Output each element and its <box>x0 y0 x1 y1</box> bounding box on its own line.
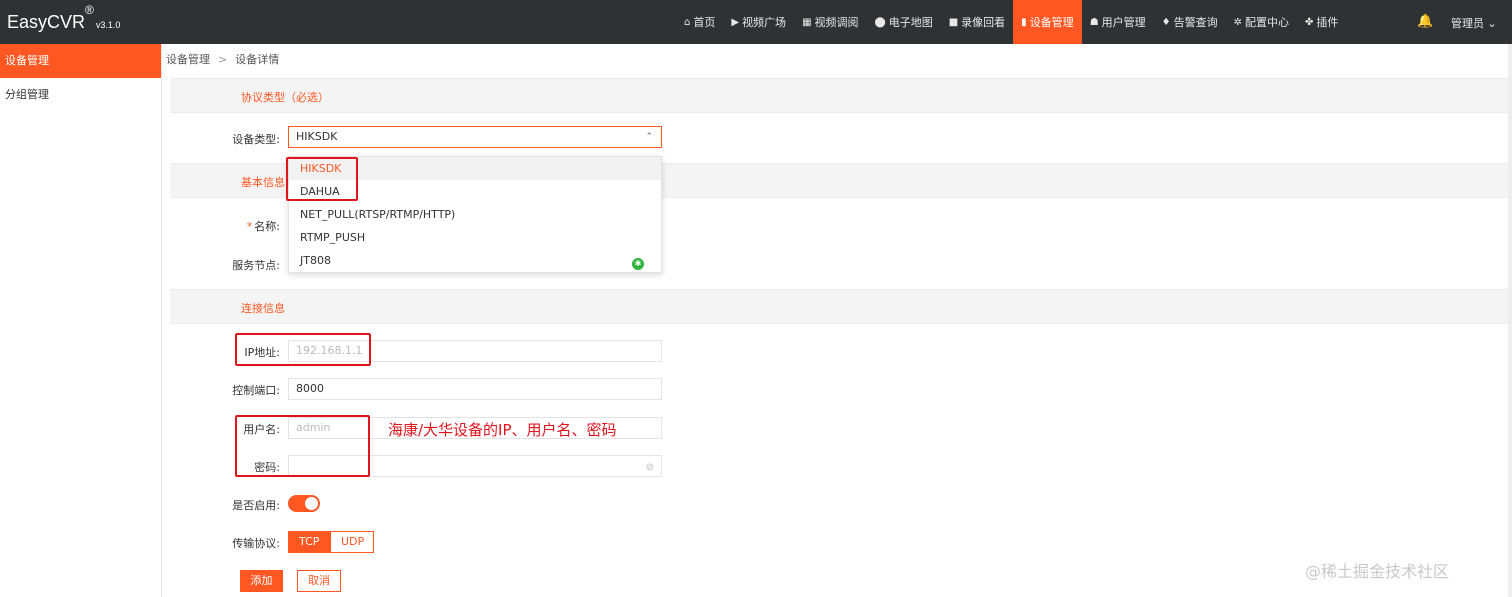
port-input[interactable]: 8000 <box>288 378 662 400</box>
alarm-icon: ♦ <box>1161 16 1171 28</box>
section-protocol-title: 协议类型（必选） <box>241 91 329 104</box>
topnav-item-9[interactable]: ✤ 插件 <box>1297 0 1346 44</box>
name-label-text: 名称: <box>254 220 280 233</box>
section-basic-title: 基本信息 <box>241 176 285 189</box>
green-gear-icon[interactable]: ✱ <box>632 258 644 270</box>
scrollbar[interactable] <box>1508 44 1512 597</box>
chevron-up-icon: ⌃ <box>645 132 653 142</box>
topnav-label: 告警查询 <box>1173 16 1218 29</box>
topnav-item-7[interactable]: ♦ 告警查询 <box>1154 0 1226 44</box>
device-type-select[interactable]: HIKSDK ⌃ <box>288 126 662 148</box>
device-type-value: HIKSDK <box>296 130 338 143</box>
home-icon: ⌂ <box>684 16 691 28</box>
topnav-item-5[interactable]: ▮ 设备管理 <box>1013 0 1082 44</box>
user-menu[interactable]: 管理员 ⌄ <box>1451 15 1497 31</box>
top-nav: ⌂ 首页 ▶ 视频广场 ▦ 视频调阅 ⬤ 电子地图 ■ 录像回看 ▮ 设备管理 ☗ 用户管理 ♦ 告警查询 ✲ 配… <box>676 0 1346 44</box>
topnav-label: 电子地图 <box>888 16 933 29</box>
topnav-label: 配置中心 <box>1245 16 1290 29</box>
annotation-box-ip <box>235 333 371 366</box>
topnav-label: 录像回看 <box>961 16 1006 29</box>
brand-registered-mark: ® <box>85 3 94 17</box>
main-content: 设备管理 > 设备详情 协议类型（必选） 设备类型: HIKSDK ⌃ 基本信息 *… <box>162 44 1512 597</box>
enable-toggle[interactable] <box>288 495 320 512</box>
section-connection-title: 连接信息 <box>241 302 285 315</box>
name-label: * 名称: <box>162 218 280 234</box>
annotation-note: 海康/大华设备的IP、用户名、密码 <box>388 421 617 439</box>
sidebar-item-group-management[interactable]: 分组管理 <box>0 78 161 112</box>
sidebar: 设备管理 分组管理 <box>0 44 162 597</box>
sidebar-item-device-management[interactable]: 设备管理 <box>0 44 161 78</box>
user-name: 管理员 <box>1451 17 1484 30</box>
breadcrumb: 设备管理 > 设备详情 <box>166 51 279 67</box>
topnav-item-8[interactable]: ✲ 配置中心 <box>1226 0 1297 44</box>
option-jt808[interactable]: JT808 <box>289 249 661 272</box>
brand-name: EasyCVR <box>7 12 86 32</box>
section-connection: 连接信息 <box>170 289 1508 324</box>
required-mark: * <box>246 220 253 233</box>
add-button[interactable]: 添加 <box>240 570 283 592</box>
option-net-pull[interactable]: NET_PULL(RTSP/RTMP/HTTP) <box>289 203 661 226</box>
topnav-item-0[interactable]: ⌂ 首页 <box>676 0 723 44</box>
bell-icon[interactable]: 🔔 <box>1417 14 1433 29</box>
brand-version: v3.1.0 <box>95 20 121 30</box>
annotation-box-options <box>286 157 358 201</box>
topnav-item-1[interactable]: ▶ 视频广场 <box>723 0 794 44</box>
topnav-item-3[interactable]: ⬤ 电子地图 <box>867 0 941 44</box>
topnav-label: 插件 <box>1316 16 1339 29</box>
transport-label: 传输协议: <box>232 537 280 550</box>
breadcrumb-separator: > <box>218 53 228 66</box>
device-type-label: 设备类型: <box>232 133 280 146</box>
topnav-item-2[interactable]: ▦ 视频调阅 <box>794 0 866 44</box>
brand-logo[interactable]: EasyCVR®v3.1.0 <box>7 3 121 33</box>
device-icon: ▮ <box>1021 16 1027 28</box>
breadcrumb-current: 设备详情 <box>235 53 280 66</box>
puzzle-icon: ✤ <box>1305 16 1314 28</box>
grid-icon: ▦ <box>802 16 812 28</box>
chevron-down-icon: ⌄ <box>1487 17 1497 30</box>
top-bar: EasyCVR®v3.1.0 ⌂ 首页 ▶ 视频广场 ▦ 视频调阅 ⬤ 电子地图 ■ 录像回看 ▮ 设… <box>0 0 1512 44</box>
topnav-label: 设备管理 <box>1029 16 1074 29</box>
map-pin-icon: ⬤ <box>874 16 886 28</box>
annotation-box-credentials <box>235 415 370 477</box>
topnav-label: 用户管理 <box>1101 16 1146 29</box>
watermark: @稀土掘金技术社区 <box>1305 562 1450 581</box>
cancel-button[interactable]: 取消 <box>297 570 341 592</box>
service-node-label: 服务节点: <box>232 259 280 272</box>
topnav-item-6[interactable]: ☗ 用户管理 <box>1082 0 1154 44</box>
topnav-label: 视频调阅 <box>814 16 859 29</box>
toggle-knob <box>305 497 318 510</box>
tcp-button[interactable]: TCP <box>288 531 330 553</box>
breadcrumb-root[interactable]: 设备管理 <box>166 53 210 66</box>
topnav-item-4[interactable]: ■ 录像回看 <box>941 0 1013 44</box>
option-rtmp-push[interactable]: RTMP_PUSH <box>289 226 661 249</box>
eye-slash-icon[interactable]: ⊘ <box>646 458 654 478</box>
gear-icon: ✲ <box>1233 16 1243 28</box>
camera-icon: ■ <box>948 16 959 28</box>
enable-label: 是否启用: <box>232 499 280 512</box>
play-icon: ▶ <box>731 16 740 28</box>
udp-button[interactable]: UDP <box>330 531 374 553</box>
section-protocol: 协议类型（必选） <box>170 78 1508 113</box>
user-icon: ☗ <box>1089 16 1099 28</box>
port-label: 控制端口: <box>232 384 280 397</box>
topnav-label: 首页 <box>693 16 716 29</box>
topnav-label: 视频广场 <box>742 16 787 29</box>
